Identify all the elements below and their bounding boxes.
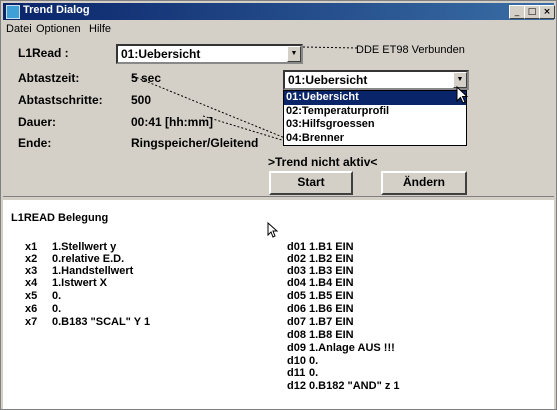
dauer-value: 00:41 [hh:mm] <box>131 115 214 129</box>
list-item: d04 <box>287 277 306 289</box>
aendern-button[interactable]: Ändern <box>381 171 467 195</box>
list-item: x6 <box>25 303 38 315</box>
menu-hilfe[interactable]: Hilfe <box>89 23 111 35</box>
belegung-panel: L1READ Belegung x1 1.Stellwert y x2 0.re… <box>3 200 554 409</box>
settings-panel: L1Read : 01:Uebersicht ▼ DDE ET98 Verbun… <box>3 38 554 196</box>
list-item-text: 1.Istwert X <box>52 277 108 289</box>
minimize-icon[interactable]: _ <box>509 5 525 19</box>
list-item: d07 <box>287 316 306 328</box>
chevron-down-icon[interactable]: ▼ <box>287 46 301 62</box>
menu-optionen[interactable]: Optionen <box>36 23 81 35</box>
dde-status-text: DDE ET98 Verbunden <box>356 44 465 56</box>
list-item-text: 0. <box>309 367 319 379</box>
list-item-text: 0. <box>52 303 62 315</box>
belegung-title: L1READ Belegung <box>11 212 109 224</box>
app-icon <box>6 5 20 19</box>
abtastzeit-value: 5 sec <box>131 71 162 85</box>
dropdown-option-hilfsgroessen[interactable]: 03:Hilfsgroessen <box>284 118 466 132</box>
menu-bar: Datei Optionen Hilfe <box>3 21 554 38</box>
trend-group-dropdown-list[interactable]: 01:Uebersicht 02:Temperaturprofil 03:Hil… <box>283 90 467 146</box>
trend-dialog-window: Trend Dialog _ □ × Datei Optionen Hilfe … <box>0 0 557 410</box>
list-item-text: 1.B4 EIN <box>309 277 354 289</box>
list-item: x5 <box>25 290 38 302</box>
pointer-cursor-icon <box>267 222 279 238</box>
l1read-combobox[interactable]: 01:Uebersicht ▼ <box>116 44 303 64</box>
list-item: x7 <box>25 316 38 328</box>
list-item-text: 0.B182 "AND" z 1 <box>309 380 400 392</box>
list-item: d11 <box>287 367 306 379</box>
dropdown-option-brenner[interactable]: 04:Brenner <box>284 132 466 146</box>
list-item-text: 0.B183 "SCAL" Y 1 <box>52 316 151 328</box>
trend-status-text: >Trend nicht aktiv< <box>268 155 378 169</box>
start-button[interactable]: Start <box>269 171 353 195</box>
ende-value: Ringspeicher/Gleitend <box>131 136 259 150</box>
list-item-text: 1.Anlage AUS !!! <box>309 342 395 354</box>
maximize-icon[interactable]: □ <box>524 5 540 19</box>
window-title: Trend Dialog <box>23 4 90 16</box>
list-item-text: 1.B6 EIN <box>309 303 354 315</box>
trend-group-value: 01:Uebersicht <box>288 73 368 87</box>
dauer-label: Dauer: <box>18 115 57 129</box>
abtastschritte-label: Abtastschritte: <box>18 93 103 107</box>
ende-label: Ende: <box>18 136 52 150</box>
abtastzeit-label: Abtastzeit: <box>18 71 80 85</box>
list-item: d06 <box>287 303 306 315</box>
mouse-cursor-icon <box>456 86 469 104</box>
l1read-label: L1Read : <box>18 46 69 60</box>
close-icon[interactable]: × <box>539 5 555 19</box>
list-item: d09 <box>287 342 306 354</box>
list-item: d08 <box>287 329 306 341</box>
list-item: d05 <box>287 290 306 302</box>
list-item-text: 1.B8 EIN <box>309 329 354 341</box>
dropdown-option-temperaturprofil[interactable]: 02:Temperaturprofil <box>284 105 466 119</box>
menu-datei[interactable]: Datei <box>6 23 32 35</box>
l1read-value: 01:Uebersicht <box>121 47 201 61</box>
list-item-text: 0. <box>52 290 62 302</box>
abtastschritte-value: 500 <box>131 93 152 107</box>
list-item: d12 <box>287 380 306 392</box>
dropdown-option-uebersicht[interactable]: 01:Uebersicht <box>284 91 466 105</box>
list-item-text: 1.B5 EIN <box>309 290 354 302</box>
trend-group-combobox[interactable]: 01:Uebersicht ▼ <box>283 70 469 90</box>
list-item-text: 1.B7 EIN <box>309 316 354 328</box>
title-bar[interactable]: Trend Dialog _ □ × <box>3 3 555 20</box>
list-item: x4 <box>25 277 38 289</box>
